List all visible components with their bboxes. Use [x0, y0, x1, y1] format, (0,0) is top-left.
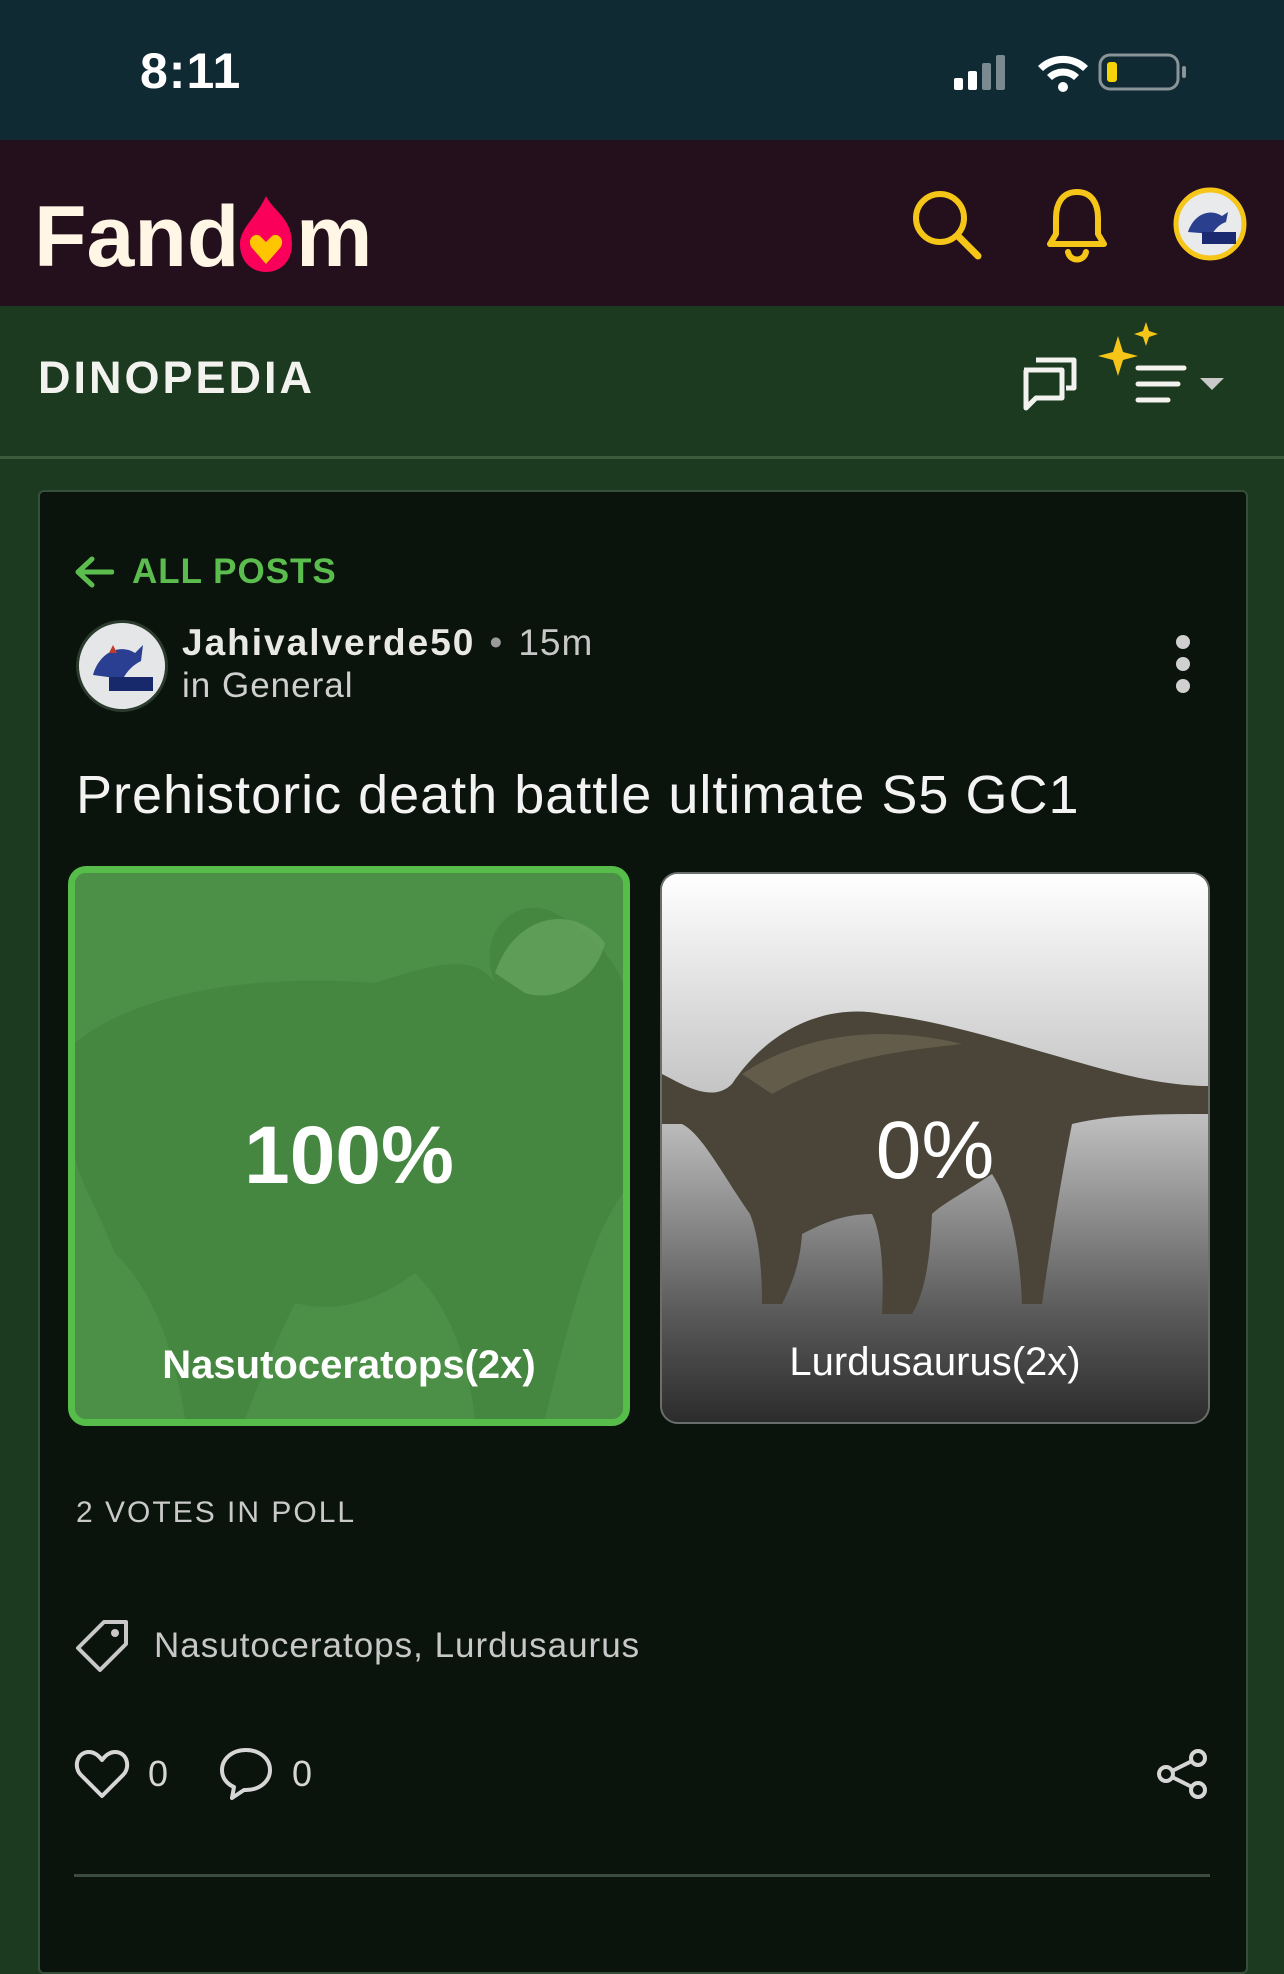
- bell-icon[interactable]: [1046, 186, 1108, 271]
- poll-option-label: Nasutoceratops(2x): [162, 1343, 536, 1387]
- author-avatar[interactable]: [76, 620, 168, 712]
- wiki-name[interactable]: DINOPEDIA: [38, 352, 315, 404]
- post-title: Prehistoric death battle ultimate S5 GC1: [76, 765, 1080, 825]
- status-bar: 8:11: [0, 0, 1284, 140]
- all-posts-label: ALL POSTS: [132, 552, 337, 591]
- poll-option-lurdusaurus[interactable]: 0% Lurdusaurus(2x): [660, 872, 1210, 1424]
- poll-percent: 0%: [875, 1105, 995, 1196]
- battery-icon: [1098, 53, 1186, 91]
- poll-option-label: Lurdusaurus(2x): [789, 1340, 1081, 1384]
- svg-text:Fand: Fand: [34, 189, 239, 278]
- heart-icon[interactable]: [74, 1748, 130, 1800]
- arrow-left-icon: [75, 556, 114, 588]
- poll-option-nasutoceratops[interactable]: 100% Nasutoceratops(2x): [68, 866, 630, 1426]
- share-icon[interactable]: [1154, 1748, 1210, 1805]
- poll-vote-count: 2 VOTES IN POLL: [76, 1496, 357, 1529]
- discussions-icon[interactable]: [1020, 354, 1080, 419]
- status-icons: [954, 52, 1204, 97]
- author-name[interactable]: Jahivalverde50: [182, 622, 475, 663]
- svg-text:m: m: [296, 189, 372, 278]
- separator-dot: •: [489, 622, 505, 663]
- author-line: Jahivalverde50 • 15m: [182, 622, 593, 664]
- all-posts-link[interactable]: ALL POSTS: [74, 552, 337, 592]
- post-actions: 0 0: [74, 1746, 362, 1802]
- comment-count: 0: [292, 1753, 313, 1794]
- fandom-logo[interactable]: Fand m: [34, 178, 394, 285]
- tags-text[interactable]: Nasutoceratops, Lurdusaurus: [154, 1626, 640, 1666]
- divider: [74, 1874, 1210, 1877]
- post-category[interactable]: in General: [182, 666, 353, 706]
- like-count: 0: [148, 1753, 169, 1794]
- poll-percent: 100%: [244, 1110, 454, 1201]
- sort-sparkle-icon[interactable]: [1096, 322, 1232, 415]
- user-avatar[interactable]: [1172, 186, 1248, 267]
- status-time: 8:11: [140, 43, 242, 99]
- cellular-signal-icon: [954, 55, 1005, 90]
- post-time: 15m: [518, 622, 594, 663]
- tag-icon: [76, 1620, 128, 1672]
- post-tags: Nasutoceratops, Lurdusaurus: [74, 1618, 640, 1674]
- wifi-icon: [1038, 55, 1088, 92]
- search-icon[interactable]: [908, 186, 984, 267]
- comment-icon[interactable]: [218, 1746, 274, 1802]
- more-options-icon[interactable]: [1174, 634, 1192, 699]
- fandom-flame-heart-icon: [240, 196, 292, 272]
